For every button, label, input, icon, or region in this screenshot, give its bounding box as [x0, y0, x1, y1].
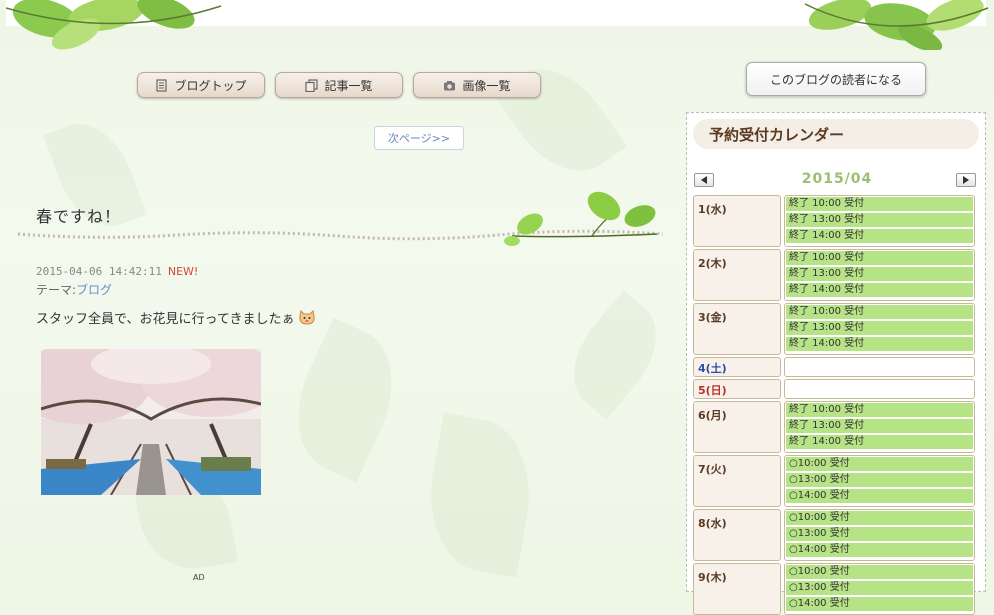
calendar-time-slot[interactable]: ○13:00 受付	[786, 527, 973, 541]
calendar-day-label: 3(金)	[693, 303, 781, 355]
cat-emoji-icon	[299, 309, 316, 325]
calendar-slot-list	[784, 357, 975, 377]
triangle-right-icon	[963, 176, 969, 184]
calendar-time-slot[interactable]: ○10:00 受付	[786, 457, 973, 471]
calendar-time-slot[interactable]: ○14:00 受付	[786, 489, 973, 503]
image-list-button[interactable]: 画像一覧	[413, 72, 541, 98]
calendar-slot-list: ○10:00 受付 ○13:00 受付 ○14:00 受付	[784, 509, 975, 561]
post-body-text: スタッフ全員で、お花見に行ってきましたぁ	[36, 312, 295, 327]
ad-label: AD	[193, 573, 205, 582]
post-date: 2015-04-06 14:42:11 NEW!	[36, 265, 198, 278]
calendar-slot-list: ○10:00 受付 ○13:00 受付 ○14:00 受付	[784, 455, 975, 507]
calendar-time-slot[interactable]: 終了 14:00 受付	[786, 337, 973, 351]
post-date-text: 2015-04-06 14:42:11	[36, 265, 162, 278]
calendar-slot-list: 終了 10:00 受付 終了 13:00 受付 終了 14:00 受付	[784, 303, 975, 355]
calendar-slot-list: ○10:00 受付 ○13:00 受付 ○14:00 受付	[784, 563, 975, 615]
calendar-day-row: 5(日)	[693, 379, 975, 399]
calendar-time-slot[interactable]: 終了 10:00 受付	[786, 305, 973, 319]
calendar-time-slot[interactable]: ○14:00 受付	[786, 543, 973, 557]
calendar-day-label: 6(月)	[693, 401, 781, 453]
calendar-time-slot[interactable]: ○14:00 受付	[786, 597, 973, 611]
blog-top-label: ブログトップ	[174, 78, 247, 93]
calendar-slot-list	[784, 379, 975, 399]
cherry-blossom-photo[interactable]	[41, 349, 261, 495]
article-list-label: 記事一覧	[324, 78, 373, 93]
calendar-slot-list: 終了 10:00 受付 終了 13:00 受付 終了 14:00 受付	[784, 195, 975, 247]
calendar-time-slot[interactable]: ○10:00 受付	[786, 511, 973, 525]
new-badge: NEW!	[167, 265, 199, 278]
leaf-decoration-left	[6, 0, 222, 50]
calendar-time-slot[interactable]: 終了 13:00 受付	[786, 267, 973, 281]
calendar-slot-list: 終了 10:00 受付 終了 13:00 受付 終了 14:00 受付	[784, 401, 975, 453]
calendar-day-row: 4(土)	[693, 357, 975, 377]
document-icon	[156, 78, 168, 92]
calendar-title: 予約受付カレンダー	[693, 119, 979, 149]
calendar-day-row: 9(木) ○10:00 受付 ○13:00 受付 ○14:00 受付	[693, 563, 975, 615]
calendar-day-row: 7(火) ○10:00 受付 ○13:00 受付 ○14:00 受付	[693, 455, 975, 507]
reservation-calendar: 予約受付カレンダー 2015/04 1(水) 終了 10:00 受付 終了 13:0…	[686, 112, 986, 615]
calendar-time-slot[interactable]: 終了 14:00 受付	[786, 435, 973, 449]
theme-link[interactable]: ブログ	[76, 283, 112, 297]
calendar-day-row: 3(金) 終了 10:00 受付 終了 13:00 受付 終了 14:00 受付	[693, 303, 975, 355]
calendar-day-label: 1(水)	[693, 195, 781, 247]
calendar-time-slot[interactable]: ○13:00 受付	[786, 581, 973, 595]
calendar-time-slot[interactable]: ○10:00 受付	[786, 565, 973, 579]
leaf-sprig-decoration	[504, 191, 658, 246]
camera-icon	[444, 80, 456, 90]
calendar-day-row: 1(水) 終了 10:00 受付 終了 13:00 受付 終了 14:00 受付	[693, 195, 975, 247]
blog-top-button[interactable]: ブログトップ	[137, 72, 265, 98]
calendar-day-label: 9(木)	[693, 563, 781, 615]
calendar-day-label: 8(水)	[693, 509, 781, 561]
pages-icon	[305, 78, 319, 92]
calendar-time-slot[interactable]: 終了 10:00 受付	[786, 251, 973, 265]
calendar-slot-list: 終了 10:00 受付 終了 13:00 受付 終了 14:00 受付	[784, 249, 975, 301]
calendar-day-label: 2(木)	[693, 249, 781, 301]
next-page-button[interactable]: 次ページ>>	[374, 126, 464, 150]
calendar-time-slot[interactable]: 終了 13:00 受付	[786, 321, 973, 335]
calendar-day-label: 5(日)	[693, 379, 781, 399]
calendar-day-label: 4(土)	[693, 357, 781, 377]
leaf-decoration-right	[804, 0, 989, 50]
calendar-time-slot[interactable]: 終了 13:00 受付	[786, 213, 973, 227]
post-theme: テーマ:ブログ	[36, 281, 112, 298]
calendar-time-slot[interactable]: 終了 10:00 受付	[786, 197, 973, 211]
post-title: 春ですね！	[36, 207, 122, 226]
become-reader-button[interactable]: このブログの読者になる	[746, 62, 926, 96]
calendar-time-slot[interactable]: ○13:00 受付	[786, 473, 973, 487]
calendar-month: 2015/04	[801, 171, 873, 187]
calendar-time-slot[interactable]: 終了 14:00 受付	[786, 229, 973, 243]
theme-label: テーマ:	[36, 283, 77, 297]
post-body: スタッフ全員で、お花見に行ってきましたぁ	[36, 308, 316, 327]
calendar-time-slot[interactable]: 終了 13:00 受付	[786, 419, 973, 433]
calendar-day-row: 2(木) 終了 10:00 受付 終了 13:00 受付 終了 14:00 受付	[693, 249, 975, 301]
article-list-button[interactable]: 記事一覧	[275, 72, 403, 98]
image-list-label: 画像一覧	[462, 78, 511, 93]
calendar-day-row: 8(水) ○10:00 受付 ○13:00 受付 ○14:00 受付	[693, 509, 975, 561]
calendar-time-slot[interactable]: 終了 10:00 受付	[786, 403, 973, 417]
calendar-day-row: 6(月) 終了 10:00 受付 終了 13:00 受付 終了 14:00 受付	[693, 401, 975, 453]
calendar-day-label: 7(火)	[693, 455, 781, 507]
calendar-time-slot[interactable]: 終了 14:00 受付	[786, 283, 973, 297]
next-month-button[interactable]	[956, 173, 976, 187]
